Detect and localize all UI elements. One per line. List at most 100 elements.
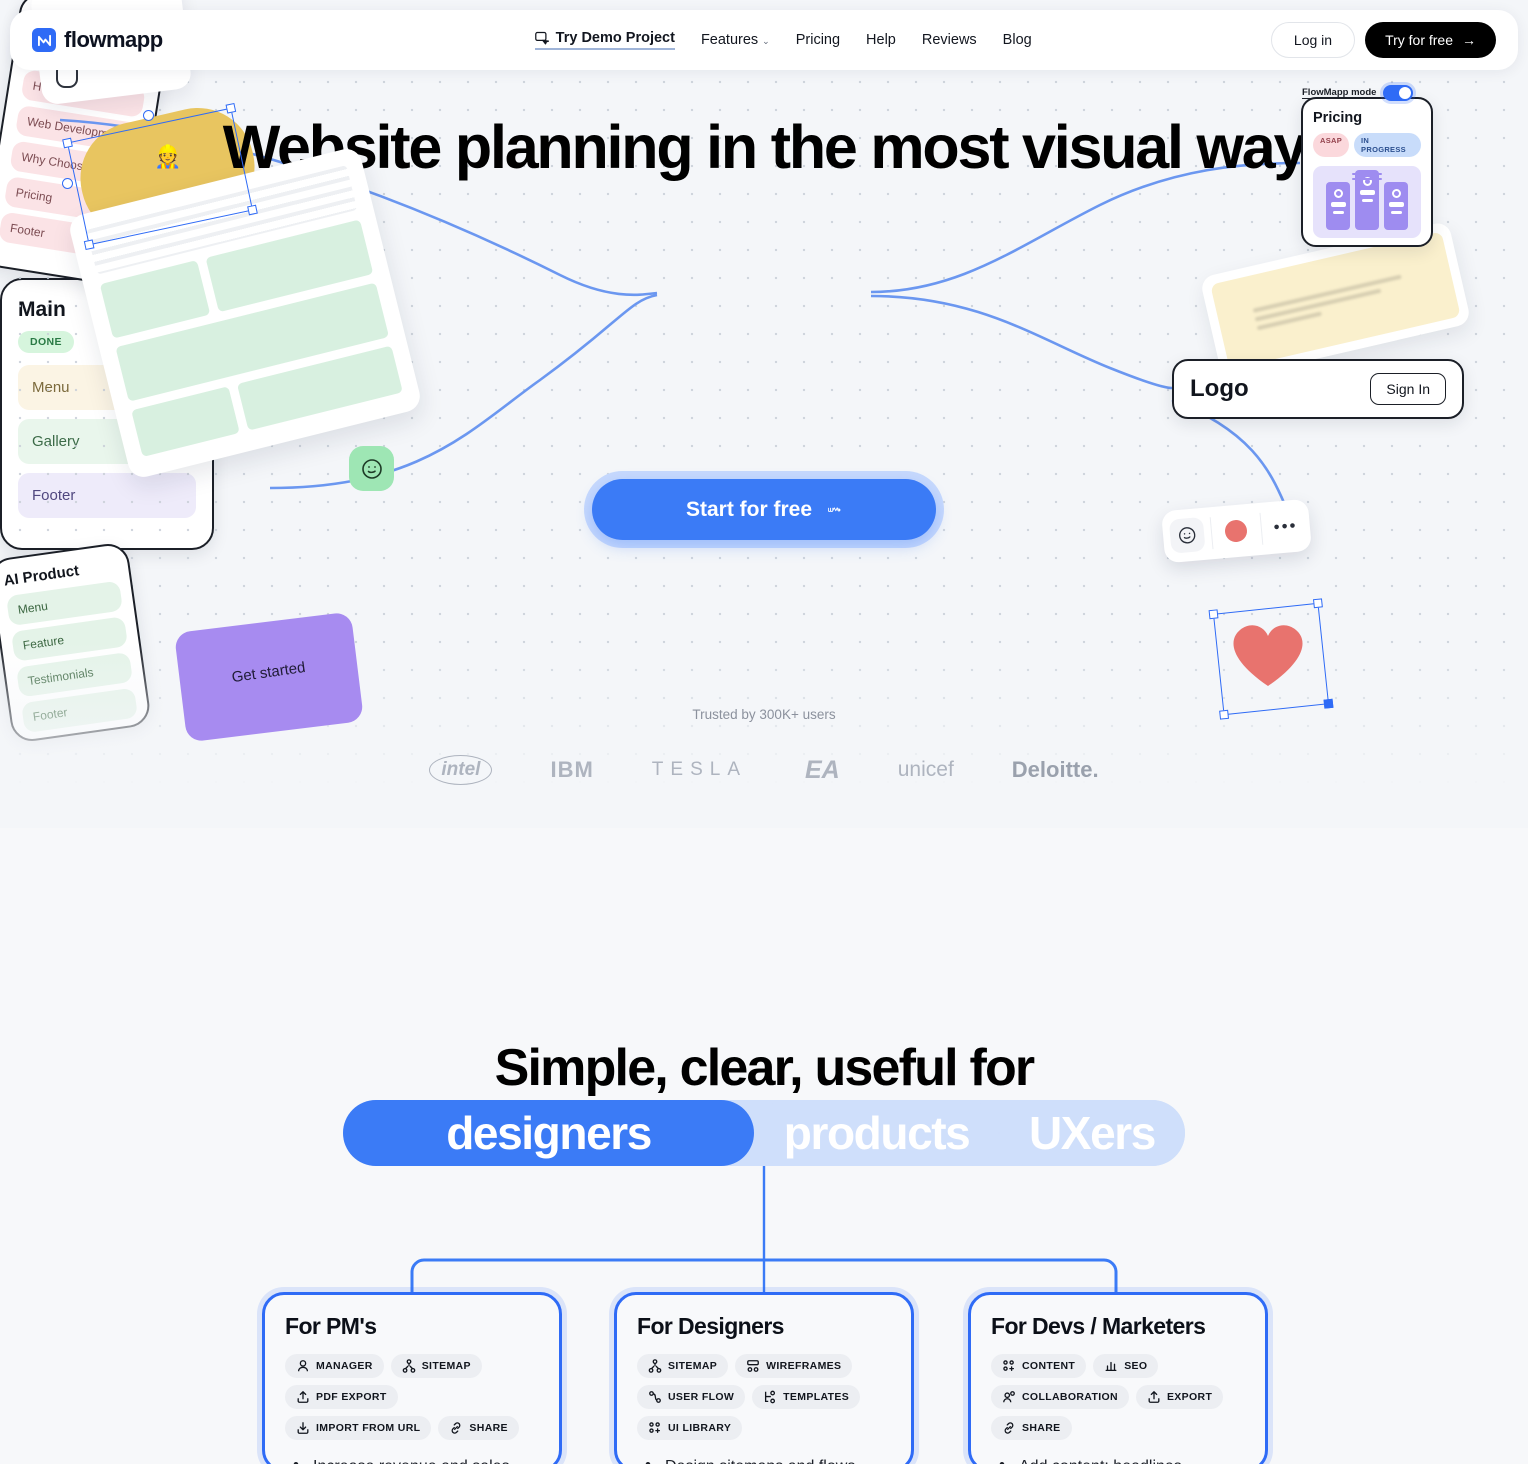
reaction-color-button[interactable] — [1210, 503, 1263, 559]
page-root: 👷 Services Menu Header Web Development W… — [0, 0, 1528, 1464]
feature-label: SHARE — [469, 1422, 508, 1434]
try-for-free-button[interactable]: Try for free → — [1365, 22, 1496, 58]
selection-box-heart[interactable] — [1208, 598, 1334, 720]
feature-label: SITEMAP — [668, 1360, 718, 1372]
nav-label: Try Demo Project — [555, 30, 675, 46]
audience-card-designers[interactable]: For Designers SITEMAP WIREFRAMES USER FL… — [614, 1292, 914, 1464]
feature-tag-share[interactable]: SHARE — [438, 1416, 519, 1440]
grid-plus-icon — [1003, 1360, 1015, 1372]
resize-handle[interactable] — [62, 137, 73, 149]
bar-chart-icon — [1105, 1361, 1117, 1372]
pill-designers[interactable]: designers — [343, 1100, 755, 1166]
bullet-item: Add content: headlines, — [991, 1454, 1245, 1464]
pill-products[interactable]: products — [754, 1100, 999, 1166]
nav-reviews[interactable]: Reviews — [922, 32, 977, 48]
start-for-free-button[interactable]: Start for free — [592, 479, 936, 540]
tag-asap: ASAP — [1313, 133, 1350, 157]
feature-tag-templates[interactable]: TEMPLATES — [752, 1385, 861, 1409]
card-title: For Designers — [637, 1313, 784, 1339]
feature-tag-wireframes[interactable]: WIREFRAMES — [735, 1354, 853, 1378]
main-nav: Try Demo Project Features ⌄ Pricing Help … — [534, 30, 1032, 50]
feature-label: CONTENT — [1022, 1360, 1076, 1372]
nav-help[interactable]: Help — [866, 32, 896, 48]
pill-uxers[interactable]: UXers — [998, 1100, 1185, 1166]
feature-tag-share[interactable]: SHARE — [991, 1416, 1072, 1440]
upload-icon — [297, 1390, 309, 1403]
trusted-by-text: Trusted by 300K+ users — [692, 707, 836, 722]
logo-ea: EA — [805, 755, 840, 784]
nav-features[interactable]: Features ⌄ — [701, 32, 770, 48]
sitemap-icon — [648, 1359, 662, 1373]
logo-text: Logo — [1190, 375, 1249, 402]
feature-tag-pdf-export[interactable]: PDF EXPORT — [285, 1385, 398, 1409]
brand-logo[interactable]: flowmapp — [32, 27, 163, 53]
primary-cta[interactable]: Start for free — [584, 471, 944, 548]
logo-unicef: unicef — [897, 758, 954, 781]
header-actions: Log in Try for free → — [1270, 22, 1496, 58]
resize-handle[interactable] — [1208, 609, 1219, 620]
feature-tag-user-flow[interactable]: USER FLOW — [637, 1385, 746, 1409]
feature-tag-ui-library[interactable]: UI LIBRARY — [637, 1416, 743, 1440]
nav-try-demo-project[interactable]: Try Demo Project — [534, 30, 675, 50]
feature-label: SEO — [1124, 1360, 1148, 1372]
feature-tags: CONTENT SEO COLLABORATION EXPORT SHARE — [991, 1354, 1245, 1440]
feature-label: PDF EXPORT — [316, 1391, 387, 1403]
resize-handle[interactable] — [1219, 709, 1230, 720]
feature-label: COLLABORATION — [1022, 1391, 1118, 1403]
wireframe-icon — [747, 1360, 760, 1372]
flowmapp-mode-label: FlowMapp mode — [1302, 87, 1377, 99]
brand-name: flowmapp — [64, 27, 163, 52]
smiley-icon[interactable] — [349, 446, 394, 491]
feature-tag-export[interactable]: EXPORT — [1135, 1385, 1224, 1409]
feature-label: EXPORT — [1166, 1391, 1213, 1403]
login-button[interactable]: Log in — [1270, 22, 1356, 58]
sitemap-icon — [402, 1359, 416, 1373]
card-bullets: Increase revenue and sales — [285, 1454, 539, 1464]
logo-ibm: IBM — [550, 757, 594, 782]
upload-icon — [1148, 1390, 1160, 1403]
node-title: Pricing — [1313, 110, 1363, 126]
toggle-switch[interactable] — [1383, 85, 1414, 101]
red-dot-icon — [1224, 519, 1249, 543]
feature-tag-seo[interactable]: SEO — [1093, 1354, 1159, 1378]
resize-handle[interactable] — [1312, 598, 1323, 609]
node-card-pricing[interactable]: Pricing ASAP IN PROGRESS — [1301, 97, 1433, 247]
sticky-note-text: Get started — [230, 658, 307, 687]
sticky-note-get-started[interactable]: Get started — [173, 611, 365, 743]
flowmapp-mode-toggle[interactable]: FlowMapp mode — [1302, 85, 1414, 101]
feature-label: TEMPLATES — [783, 1391, 850, 1403]
section-title: Simple, clear, useful for — [494, 1039, 1036, 1097]
resize-handle[interactable] — [83, 239, 95, 251]
anchor-point[interactable] — [62, 178, 73, 189]
node-card-logo-bar[interactable]: Logo Sign In — [1172, 359, 1464, 419]
reaction-smiley-button[interactable] — [1161, 507, 1214, 563]
bullet-item: Design sitemaps and flows — [637, 1454, 891, 1464]
nav-pricing[interactable]: Pricing — [796, 32, 840, 48]
resize-handle[interactable] — [225, 102, 237, 114]
logo-tesla: TESLA — [651, 759, 747, 780]
feature-tag-collaboration[interactable]: COLLABORATION — [991, 1385, 1129, 1409]
nav-blog[interactable]: Blog — [1003, 32, 1032, 48]
feature-tags: SITEMAP WIREFRAMES USER FLOW TEMPLATES U… — [637, 1354, 891, 1440]
audience-card-pm[interactable]: For PM's MANAGER SITEMAP PDF EXPORT IMPO… — [262, 1292, 562, 1464]
anchor-point[interactable] — [143, 110, 154, 121]
resize-handle[interactable] — [247, 204, 258, 216]
resize-handle-active[interactable] — [1323, 698, 1334, 709]
audience-pills: designers products UXers — [343, 1100, 1185, 1166]
download-icon — [297, 1422, 309, 1434]
feature-tag-manager[interactable]: MANAGER — [285, 1354, 384, 1378]
person-search-icon — [1003, 1391, 1015, 1403]
feature-tag-content[interactable]: CONTENT — [991, 1354, 1087, 1378]
feature-tag-import-from-url[interactable]: IMPORT FROM URL — [285, 1416, 432, 1440]
card-bullets: Add content: headlines, — [991, 1454, 1245, 1464]
link-icon — [452, 1422, 461, 1434]
feature-label: WIREFRAMES — [766, 1360, 842, 1372]
chevron-down-icon: ⌄ — [762, 36, 770, 46]
audience-card-devs-marketers[interactable]: For Devs / Marketers CONTENT SEO COLLABO… — [968, 1292, 1268, 1464]
reaction-more-button[interactable]: ••• — [1259, 499, 1312, 555]
card-bullets: Design sitemaps and flows — [637, 1454, 891, 1464]
feature-tag-sitemap[interactable]: SITEMAP — [637, 1354, 729, 1378]
squiggle-arrow-icon — [828, 506, 841, 512]
feature-tag-sitemap[interactable]: SITEMAP — [390, 1354, 482, 1378]
sign-in-button[interactable]: Sign In — [1370, 373, 1446, 405]
